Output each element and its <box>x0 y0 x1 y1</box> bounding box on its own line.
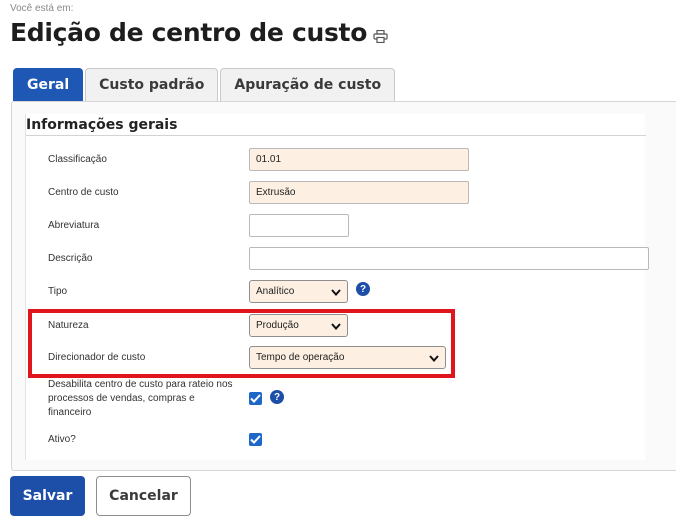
chevron-down-icon <box>331 288 341 297</box>
form-panel: Informações gerais Classificação Centro … <box>11 101 676 471</box>
section-title: Informações gerais <box>26 117 178 133</box>
centro-custo-input[interactable] <box>249 181 469 204</box>
print-icon[interactable] <box>373 29 388 44</box>
ativo-label: Ativo? <box>48 434 76 445</box>
descricao-input[interactable] <box>249 247 649 270</box>
tab-custo-padrao[interactable]: Custo padrão <box>85 68 219 101</box>
tab-apuracao-custo[interactable]: Apuração de custo <box>220 68 396 101</box>
highlight-box <box>28 309 455 378</box>
centro-custo-label: Centro de custo <box>48 187 119 198</box>
abreviatura-label: Abreviatura <box>48 220 100 231</box>
classificacao-input[interactable] <box>249 148 469 171</box>
desabilita-label: Desabilita centro de custo para rateio n… <box>48 379 233 418</box>
ativo-checkbox[interactable] <box>249 433 262 446</box>
tipo-select[interactable]: Analítico <box>249 280 348 303</box>
breadcrumb: Você está em: <box>10 3 74 14</box>
classificacao-label: Classificação <box>48 154 107 165</box>
save-button[interactable]: Salvar <box>10 476 85 516</box>
check-icon <box>250 435 261 444</box>
tab-geral[interactable]: Geral <box>13 68 84 101</box>
tipo-help-icon[interactable]: ? <box>356 282 370 296</box>
tipo-label: Tipo <box>48 286 68 297</box>
check-icon <box>250 394 261 403</box>
tab-bar: Geral Custo padrão Apuração de custo <box>13 68 396 101</box>
page: Você está em: Edição de centro de custo … <box>0 0 676 531</box>
cancel-button[interactable]: Cancelar <box>96 476 191 516</box>
desabilita-checkbox[interactable] <box>249 392 262 405</box>
tipo-select-value: Analítico <box>256 286 295 297</box>
page-title: Edição de centro de custo <box>10 18 368 47</box>
descricao-label: Descrição <box>48 253 93 264</box>
abreviatura-input[interactable] <box>249 214 349 237</box>
desabilita-help-icon[interactable]: ? <box>270 390 284 404</box>
section-divider <box>26 135 646 136</box>
title-row: Edição de centro de custo <box>10 18 388 47</box>
section-informacoes-gerais: Informações gerais Classificação Centro … <box>25 114 649 460</box>
